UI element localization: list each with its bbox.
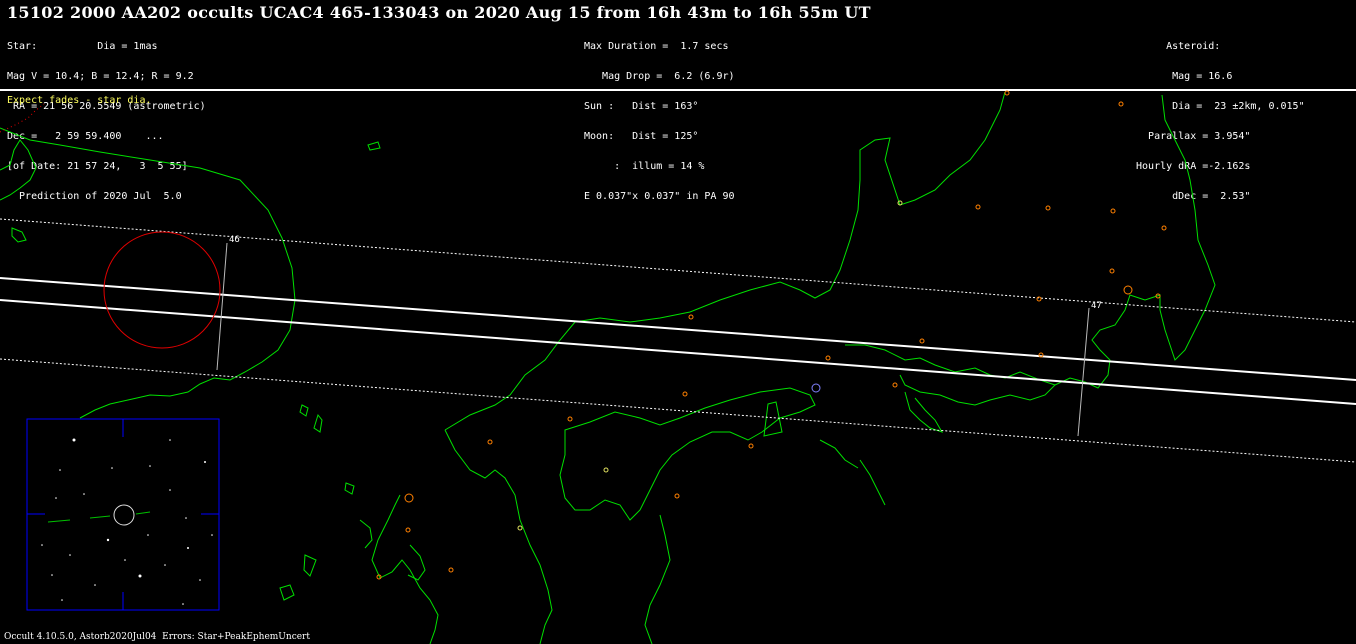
occultation-map: 46 47 (0, 90, 1356, 644)
coastline-south-inlet (859, 459, 886, 506)
city-marker (748, 443, 754, 449)
inset-star (211, 534, 213, 536)
coastline-southwest (644, 514, 671, 644)
coastline-kyushu-bay (407, 544, 426, 581)
time-tick-46 (216, 242, 228, 371)
inset-star (124, 559, 126, 561)
city-marker (975, 204, 981, 210)
city-marker (1110, 208, 1116, 214)
red-dotted-arc (0, 103, 45, 133)
coastline-east-bay (819, 439, 859, 469)
city-marker (919, 338, 925, 344)
city-marker (1123, 285, 1133, 295)
star-field-inset (26, 418, 220, 611)
inset-star (199, 579, 201, 581)
inset-star (94, 584, 96, 586)
inset-star (149, 465, 151, 467)
city-marker-osaka (811, 383, 821, 393)
inset-star (61, 599, 63, 601)
coastline-korea (0, 139, 37, 201)
inset-star (185, 517, 187, 519)
inset-star (83, 493, 85, 495)
city-marker (674, 493, 680, 499)
coastline-korea-small (11, 227, 27, 243)
fade-note: Expect fades - star dia. (7, 95, 152, 106)
city-marker (1004, 90, 1010, 96)
city-marker (448, 567, 454, 573)
time-label-46: 46 (229, 235, 240, 245)
inset-frame (26, 418, 220, 611)
coastline-chubu (1054, 94, 1216, 389)
inset-star (69, 554, 71, 556)
footer-credits: Occult 4.10.5.0, Astorb2020Jul04 Errors:… (4, 632, 310, 642)
inset-star (169, 439, 171, 441)
time-tick-47 (1077, 307, 1090, 437)
inset-star (72, 438, 76, 442)
city-marker (517, 525, 523, 531)
city-marker (567, 416, 573, 422)
inset-star (59, 469, 61, 471)
coastline-kyushu-west (371, 494, 439, 644)
inset-star (169, 489, 171, 491)
inset-star (164, 564, 166, 566)
city-markers (376, 90, 1167, 580)
coastline-korea-east (0, 127, 296, 419)
inset-star (138, 574, 142, 578)
city-marker (892, 382, 898, 388)
city-marker (1161, 225, 1167, 231)
coastline-kyushu (444, 429, 553, 644)
city-marker (404, 493, 414, 503)
inset-star (147, 534, 149, 536)
city-marker (1118, 101, 1124, 107)
inset-star (41, 544, 43, 546)
island (299, 404, 309, 417)
coastline-honshu (444, 91, 1006, 431)
inset-star (182, 603, 184, 605)
inset-star (187, 547, 189, 549)
coastline-kii-south (904, 391, 944, 433)
city-marker (825, 355, 831, 361)
island (279, 584, 295, 601)
city-marker (1109, 268, 1115, 274)
city-marker (688, 314, 694, 320)
path-limit-south (0, 299, 1356, 405)
city-marker (1045, 205, 1051, 211)
inset-star (51, 574, 53, 576)
path-limit-north (0, 277, 1356, 381)
island (313, 413, 323, 433)
city-marker (487, 439, 493, 445)
island (344, 482, 355, 495)
island (303, 554, 317, 577)
coastline-kyushu-inner (359, 519, 373, 549)
inset-star (111, 467, 113, 469)
inset-star (106, 538, 110, 542)
error-limit-north (0, 218, 1356, 323)
island-awaji (763, 401, 783, 437)
city-marker (682, 391, 688, 397)
inset-star (204, 461, 206, 463)
city-marker (603, 467, 609, 473)
inset-star (55, 497, 57, 499)
island (367, 141, 381, 151)
time-label-47: 47 (1091, 301, 1102, 311)
city-marker (405, 527, 411, 533)
